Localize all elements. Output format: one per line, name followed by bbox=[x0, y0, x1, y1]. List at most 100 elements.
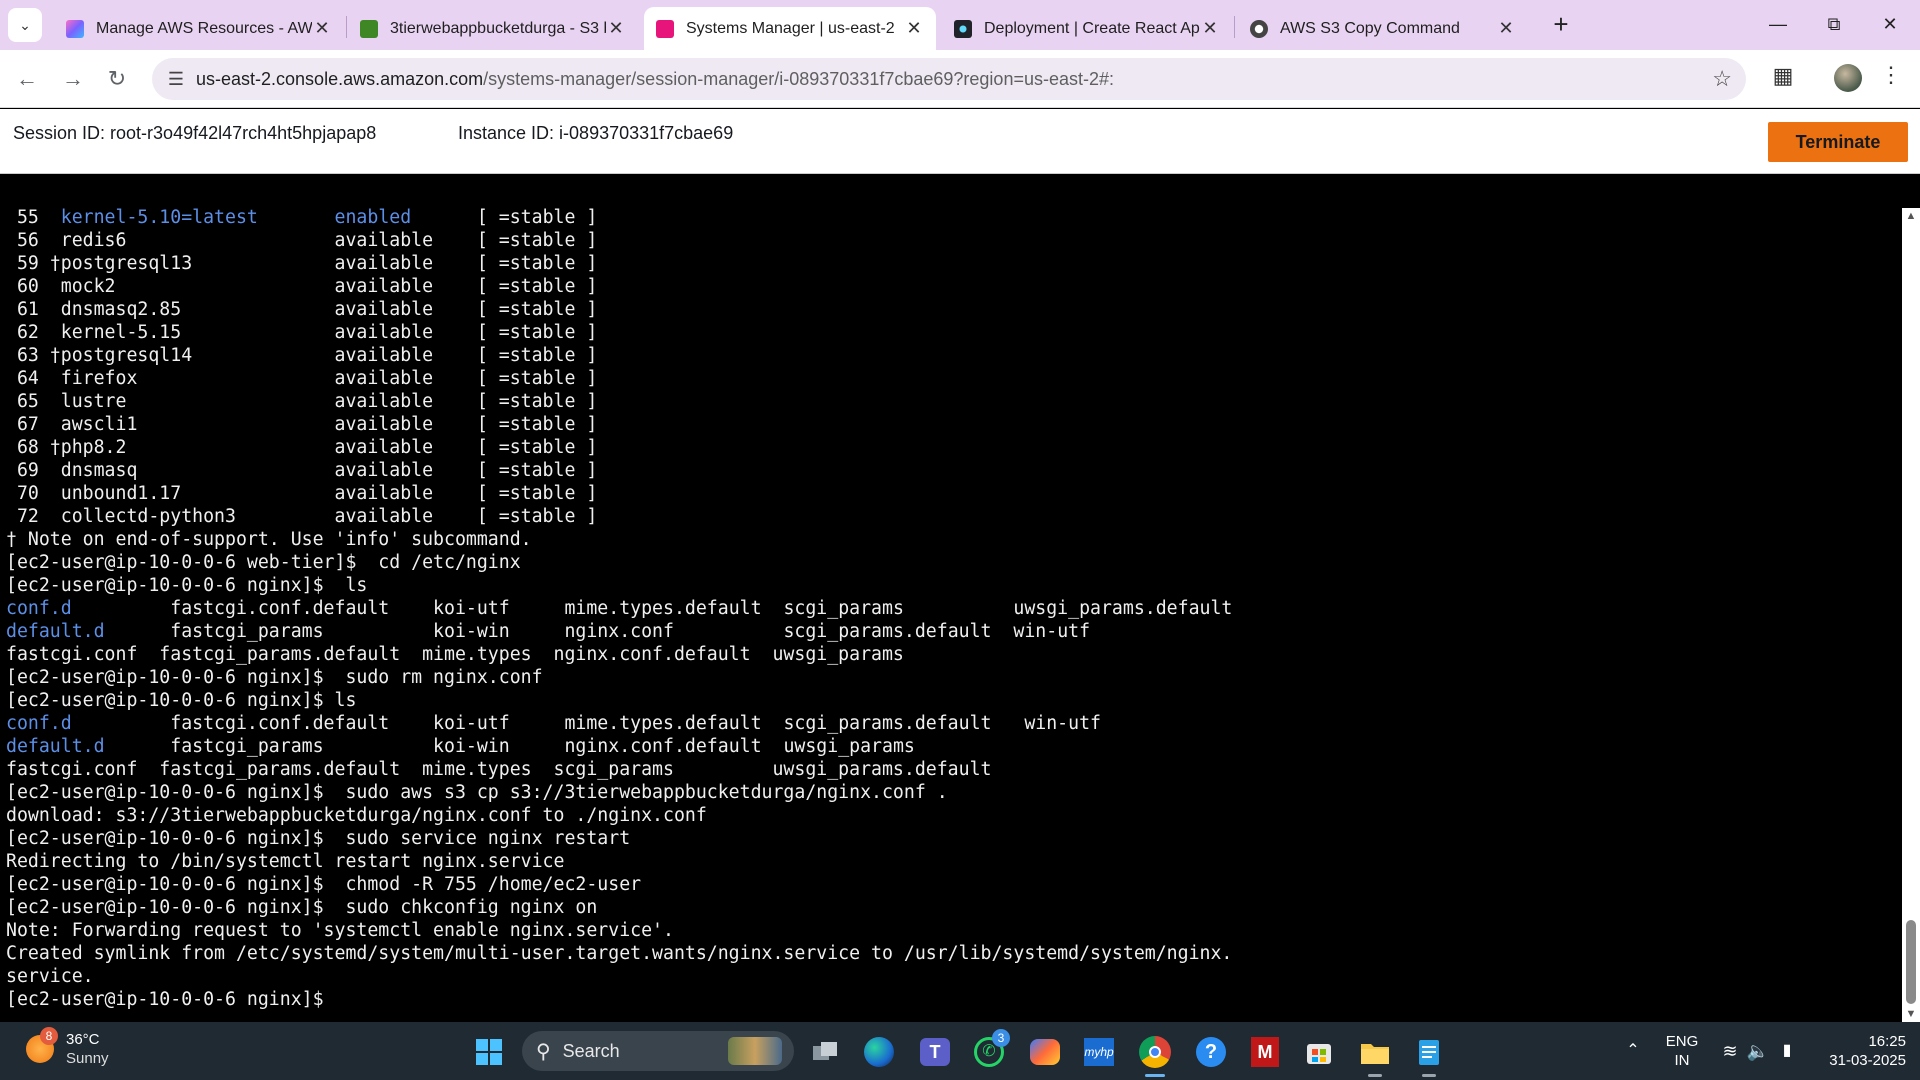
terminal[interactable]: 55 kernel-5.10=latest enabled [ =stable … bbox=[0, 174, 1902, 1022]
avatar[interactable] bbox=[1834, 64, 1862, 92]
scrollbar-thumb[interactable] bbox=[1906, 920, 1916, 1004]
wifi-icon[interactable]: ≋ bbox=[1716, 1022, 1744, 1080]
terminal-text: [ec2-user@ip-10-0-0-6 nginx]$ chmod -R 7… bbox=[6, 874, 642, 895]
weather-temp: 36°C bbox=[66, 1031, 100, 1048]
terminal-highlight-text: default.d bbox=[6, 621, 105, 642]
close-window-button[interactable]: ✕ bbox=[1862, 0, 1918, 50]
language-indicator[interactable]: ENG IN bbox=[1664, 1022, 1700, 1080]
terminal-text: 61 dnsmasq2.85 available [ =stable ] bbox=[6, 299, 598, 320]
new-tab-button[interactable]: + bbox=[1542, 6, 1580, 44]
terminal-text: † Note on end-of-support. Use 'info' sub… bbox=[6, 529, 532, 550]
close-icon[interactable]: ✕ bbox=[1200, 18, 1220, 39]
language-region: IN bbox=[1674, 1052, 1690, 1069]
cube-icon bbox=[66, 19, 84, 38]
tab-title: Systems Manager | us-east-2 bbox=[686, 19, 895, 37]
terminal-line: Note: Forwarding request to 'systemctl e… bbox=[6, 919, 1232, 942]
terminal-text: download: s3://3tierwebappbucketdurga/ng… bbox=[6, 805, 707, 826]
weather-widget[interactable]: 8 36°C Sunny bbox=[26, 1027, 109, 1068]
site-info-icon[interactable]: ☰ bbox=[164, 67, 188, 91]
terminal-line: 67 awscli1 available [ =stable ] bbox=[6, 413, 1232, 436]
terminal-line: Redirecting to /bin/systemctl restart ng… bbox=[6, 850, 1232, 873]
terminal-line: 60 mock2 available [ =stable ] bbox=[6, 275, 1232, 298]
forward-button[interactable]: → bbox=[56, 62, 90, 96]
terminal-text: 68 †php8.2 available [ =stable ] bbox=[6, 437, 598, 458]
start-windows-icon[interactable] bbox=[472, 1035, 506, 1069]
terminal-line: [ec2-user@ip-10-0-0-6 nginx]$ sudo aws s… bbox=[6, 781, 1232, 804]
terminal-line: 61 dnsmasq2.85 available [ =stable ] bbox=[6, 298, 1232, 321]
tab-manage-aws-resources[interactable]: Manage AWS Resources - AWS ✕ bbox=[54, 7, 344, 50]
copilot-icon[interactable] bbox=[862, 1035, 896, 1069]
terminal-text: [ =stable ] bbox=[411, 207, 598, 228]
terminal-line: fastcgi.conf fastcgi_params.default mime… bbox=[6, 758, 1232, 781]
terminal-line: default.d fastcgi_params koi-win nginx.c… bbox=[6, 620, 1232, 643]
terminal-text: 67 awscli1 available [ =stable ] bbox=[6, 414, 598, 435]
terminal-line: 69 dnsmasq available [ =stable ] bbox=[6, 459, 1232, 482]
terminal-text: fastcgi.conf.default koi-utf mime.types.… bbox=[71, 713, 1101, 734]
terminal-line: [ec2-user@ip-10-0-0-6 nginx]$ sudo servi… bbox=[6, 827, 1232, 850]
microsoft-store-icon[interactable] bbox=[1302, 1035, 1336, 1069]
chrome-icon[interactable] bbox=[1138, 1035, 1172, 1069]
bookmark-star-icon[interactable]: ☆ bbox=[1712, 66, 1732, 92]
whatsapp-icon[interactable]: ✆ 3 bbox=[972, 1029, 1010, 1069]
terminal-line: fastcgi.conf fastcgi_params.default mime… bbox=[6, 643, 1232, 666]
terminal-text: [ec2-user@ip-10-0-0-6 nginx]$ sudo servi… bbox=[6, 828, 631, 849]
get-help-icon[interactable]: ? bbox=[1194, 1035, 1228, 1069]
speaker-icon[interactable]: 🔈 bbox=[1744, 1022, 1772, 1080]
chrome-running-indicator bbox=[1145, 1074, 1165, 1077]
close-icon[interactable]: ✕ bbox=[904, 18, 924, 39]
restore-button[interactable]: ⧉ bbox=[1806, 0, 1862, 50]
clock[interactable]: 16:25 31-03-2025 bbox=[1810, 1022, 1906, 1080]
terminal-text: [ec2-user@ip-10-0-0-6 web-tier]$ cd /etc… bbox=[6, 552, 521, 573]
terminal-text: 64 firefox available [ =stable ] bbox=[6, 368, 598, 389]
terminal-line: 70 unbound1.17 available [ =stable ] bbox=[6, 482, 1232, 505]
close-icon[interactable]: ✕ bbox=[312, 18, 332, 39]
terminal-line: [ec2-user@ip-10-0-0-6 nginx]$ ls bbox=[6, 689, 1232, 712]
battery-icon[interactable]: ▮ bbox=[1772, 1022, 1802, 1080]
extensions-puzzle-icon[interactable]: ▦ bbox=[1768, 63, 1798, 93]
instance-id: Instance ID: i-089370331f7cbae69 bbox=[458, 123, 734, 143]
reload-button[interactable]: ↻ bbox=[100, 62, 134, 96]
terminal-text: [ec2-user@ip-10-0-0-6 nginx]$ sudo rm ng… bbox=[6, 667, 543, 688]
browser-tab-bar: ⌄ Manage AWS Resources - AWS ✕ 3tierweba… bbox=[0, 0, 1920, 50]
notepad-icon[interactable] bbox=[1412, 1035, 1446, 1069]
minimize-button[interactable]: — bbox=[1750, 0, 1806, 50]
s3-bucket-icon bbox=[360, 19, 378, 38]
tab-s3-bucket[interactable]: 3tierwebappbucketdurga - S3 b ✕ bbox=[348, 7, 638, 50]
file-explorer-icon[interactable] bbox=[1358, 1035, 1392, 1069]
tab-systems-manager[interactable]: Systems Manager | us-east-2 ✕ bbox=[644, 7, 936, 50]
tab-deployment-react[interactable]: Deployment | Create React App ✕ bbox=[942, 7, 1232, 50]
tab-search-button[interactable]: ⌄ bbox=[8, 8, 42, 42]
close-icon[interactable]: ✕ bbox=[606, 18, 626, 39]
taskbar-search[interactable]: ⚲ Search bbox=[522, 1031, 794, 1071]
terminal-text: Note: Forwarding request to 'systemctl e… bbox=[6, 920, 674, 941]
back-button[interactable]: ← bbox=[10, 62, 44, 96]
scroll-up-icon[interactable]: ▲ bbox=[1905, 210, 1917, 222]
openai-icon bbox=[1250, 19, 1268, 38]
terminal-line: [ec2-user@ip-10-0-0-6 nginx]$ bbox=[6, 988, 1232, 1011]
close-icon[interactable]: ✕ bbox=[1496, 18, 1516, 39]
terminal-text: 62 kernel-5.15 available [ =stable ] bbox=[6, 322, 598, 343]
tab-aws-s3-copy[interactable]: AWS S3 Copy Command ✕ bbox=[1238, 7, 1528, 50]
terminal-text: [ec2-user@ip-10-0-0-6 nginx]$ ls bbox=[6, 690, 357, 711]
terminal-text: [ec2-user@ip-10-0-0-6 nginx]$ bbox=[6, 989, 335, 1010]
terminal-output: 55 kernel-5.10=latest enabled [ =stable … bbox=[6, 206, 1232, 1011]
terminal-text: Redirecting to /bin/systemctl restart ng… bbox=[6, 851, 565, 872]
scroll-down-icon[interactable]: ▼ bbox=[1905, 1008, 1917, 1020]
notification-badge: 8 bbox=[40, 1027, 58, 1045]
terminal-highlight-text: conf.d bbox=[6, 598, 72, 619]
mcafee-icon[interactable]: M bbox=[1248, 1035, 1282, 1069]
hp-app-icon[interactable]: myhp bbox=[1082, 1035, 1116, 1069]
arrow-right-icon: → bbox=[62, 66, 84, 91]
terminate-button[interactable]: Terminate bbox=[1768, 122, 1908, 162]
terminal-scrollbar[interactable]: ▲ ▼ bbox=[1902, 208, 1920, 1022]
terminal-text: 56 redis6 available [ =stable ] bbox=[6, 230, 598, 251]
language-code: ENG bbox=[1665, 1033, 1699, 1050]
copilot-app-icon[interactable] bbox=[1028, 1035, 1062, 1069]
chevron-up-icon[interactable]: ⌃ bbox=[1618, 1022, 1648, 1080]
browser-menu-icon[interactable]: ⋮ bbox=[1880, 62, 1902, 94]
task-view-icon[interactable] bbox=[808, 1035, 842, 1069]
url-bar[interactable]: ☰ us-east-2.console.aws.amazon.com/syste… bbox=[152, 58, 1746, 100]
terminal-line: Created symlink from /etc/systemd/system… bbox=[6, 942, 1232, 965]
teams-icon[interactable]: T bbox=[918, 1035, 952, 1069]
